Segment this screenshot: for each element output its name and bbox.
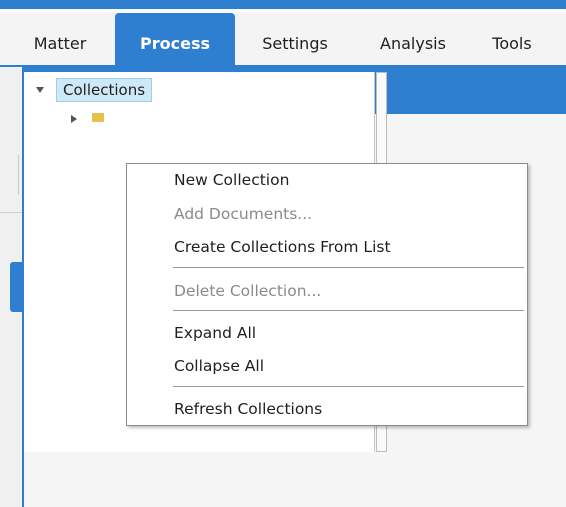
- menu-item-add-documents[interactable]: Add Documents...: [174, 202, 312, 226]
- top-accent-strip: [0, 0, 566, 9]
- main-tab-bar: Matter Process Settings Analysis Tools: [0, 13, 566, 65]
- tab-process[interactable]: Process: [115, 13, 235, 65]
- expand-arrow-down-icon[interactable]: [36, 87, 44, 93]
- background-divider-vertical: [18, 155, 19, 195]
- expand-arrow-right-icon[interactable]: [71, 115, 77, 123]
- menu-item-new-collection[interactable]: New Collection: [174, 168, 289, 192]
- context-menu: New Collection Add Documents... Create C…: [126, 163, 528, 426]
- menu-item-refresh-collections[interactable]: Refresh Collections: [174, 397, 322, 421]
- background-tab-accent: [10, 262, 22, 312]
- menu-separator: [173, 310, 524, 311]
- menu-separator: [173, 386, 524, 387]
- tree-node-collections[interactable]: Collections: [56, 78, 153, 102]
- menu-item-collapse-all[interactable]: Collapse All: [174, 354, 264, 378]
- menu-item-delete-collection[interactable]: Delete Collection...: [174, 279, 321, 303]
- menu-item-create-collections-from-list[interactable]: Create Collections From List: [174, 235, 391, 259]
- tab-matter[interactable]: Matter: [22, 13, 98, 65]
- tab-settings[interactable]: Settings: [247, 13, 343, 65]
- menu-separator: [173, 267, 524, 268]
- folder-icon: [92, 113, 104, 122]
- tab-analysis[interactable]: Analysis: [361, 13, 465, 65]
- background-divider: [0, 212, 22, 213]
- tab-tools[interactable]: Tools: [477, 13, 547, 65]
- menu-item-expand-all[interactable]: Expand All: [174, 321, 256, 345]
